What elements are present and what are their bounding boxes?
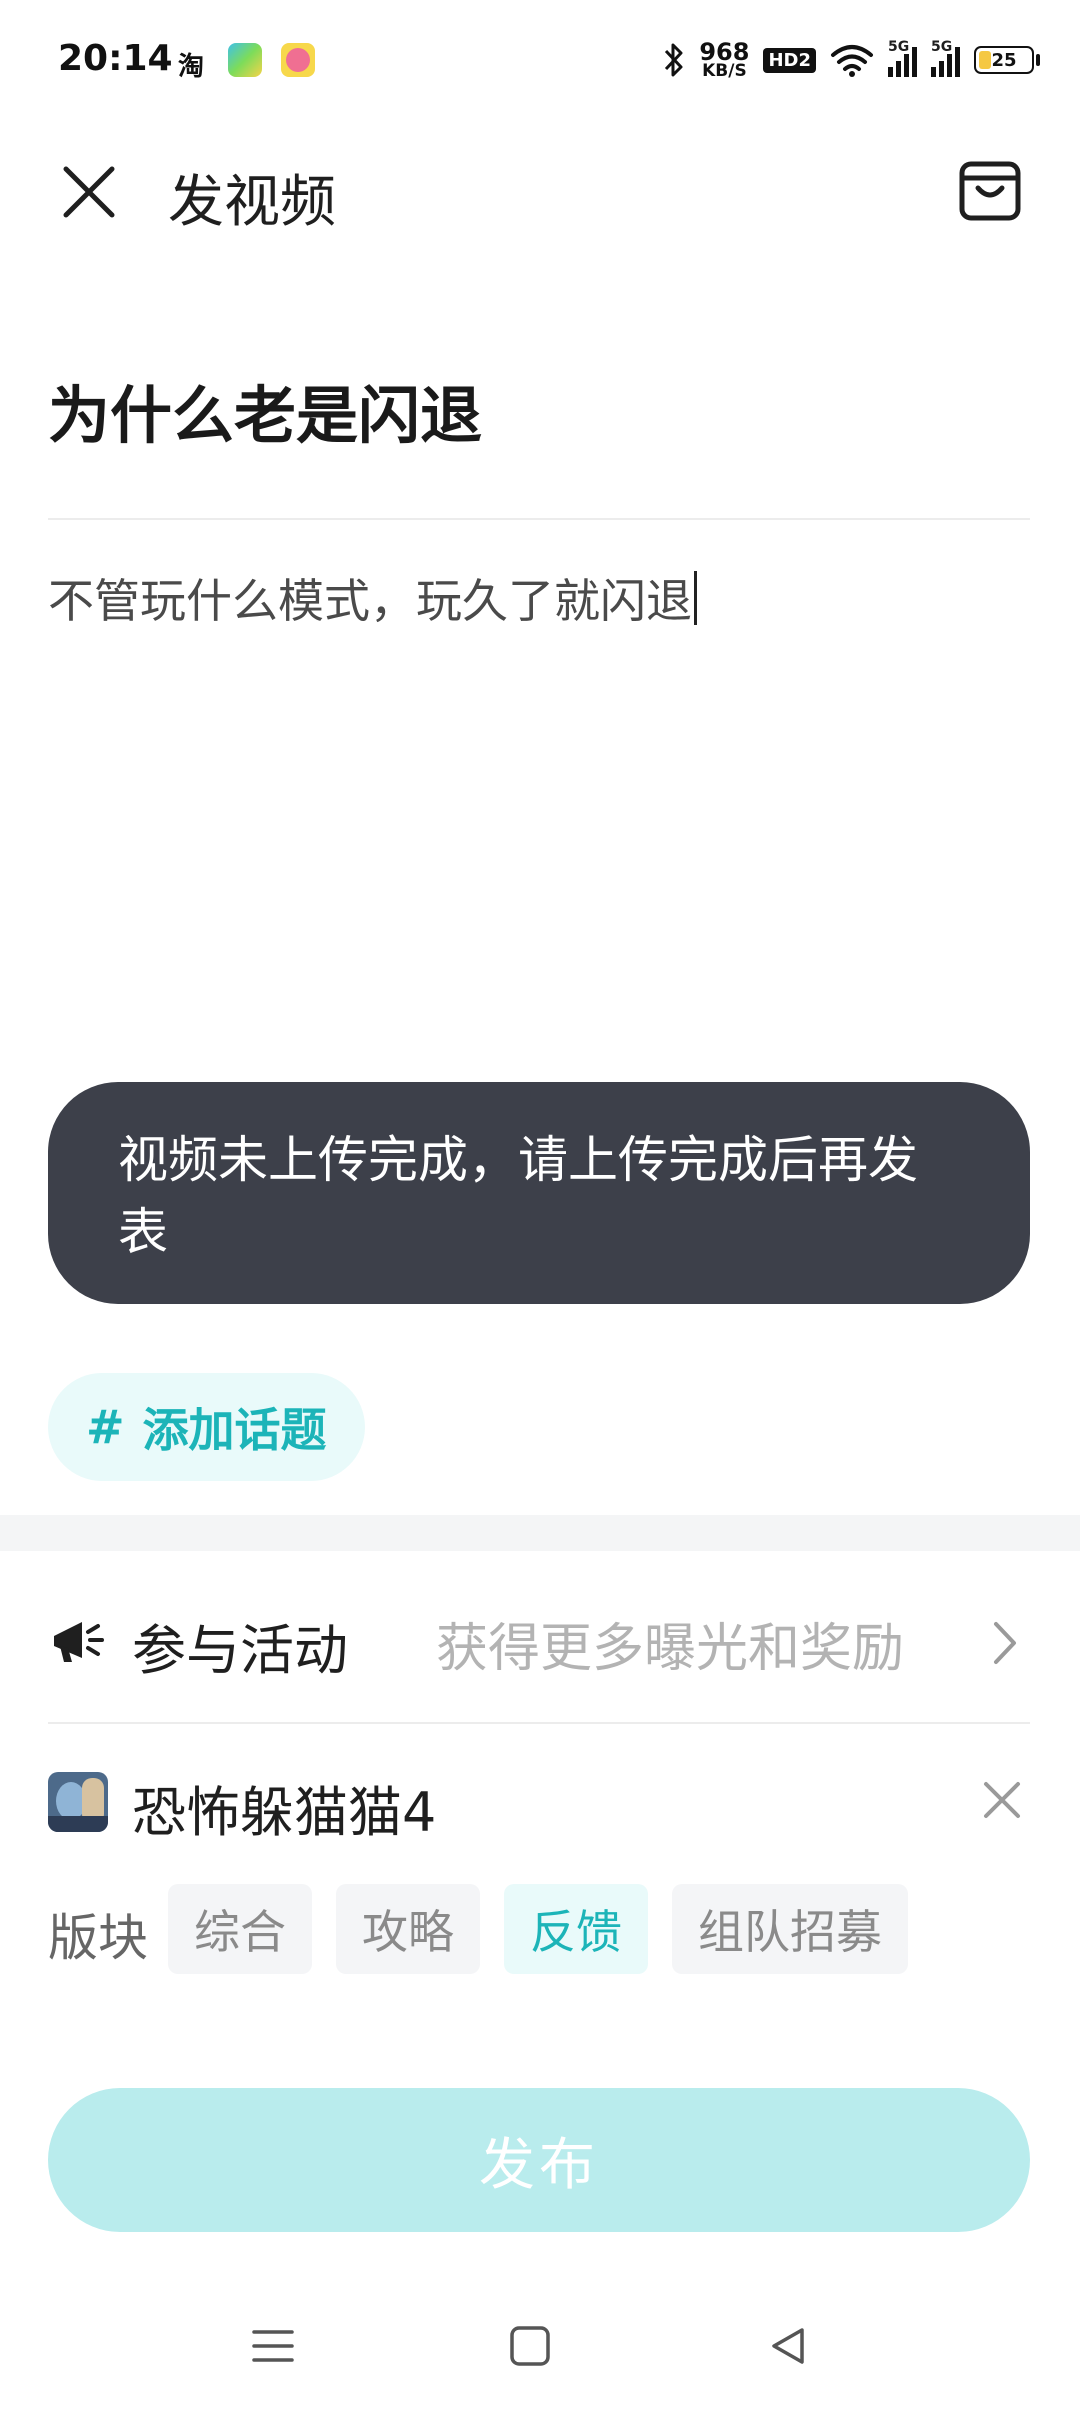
- home-nav-icon[interactable]: [508, 2324, 552, 2368]
- activity-hint: 获得更多曝光和奖励: [436, 1619, 905, 1679]
- add-topic-button[interactable]: # 添加话题: [48, 1373, 365, 1481]
- publish-button[interactable]: 发布: [48, 2088, 1030, 2232]
- app-icon-pink: [281, 43, 315, 77]
- text-caret: [694, 571, 697, 625]
- section-tag-general[interactable]: 综合: [168, 1884, 312, 1974]
- wifi-icon: [831, 45, 873, 77]
- status-time: 20:14: [58, 38, 173, 79]
- section-tag-team-recruit[interactable]: 组队招募: [672, 1884, 908, 1974]
- activity-divider: [48, 1722, 1030, 1724]
- remove-game-icon[interactable]: [982, 1780, 1022, 1820]
- taobao-icon: 淘: [178, 52, 205, 82]
- page-title: 发视频: [168, 170, 336, 235]
- upload-warning-toast: 视频未上传完成，请上传完成后再发表: [48, 1082, 1030, 1304]
- bluetooth-icon: [665, 43, 683, 77]
- menu-nav-icon[interactable]: [250, 2326, 296, 2366]
- status-right-group: 968 KB/S HD2 5G 5G 25: [663, 36, 1040, 84]
- megaphone-icon: [54, 1622, 104, 1662]
- section-label: 版块: [48, 1909, 148, 1967]
- title-divider: [48, 518, 1030, 520]
- net-speed: 968 KB/S: [699, 37, 750, 81]
- close-icon[interactable]: [62, 165, 116, 219]
- post-title-input[interactable]: 为什么老是闪退: [48, 365, 482, 455]
- drafts-box-icon[interactable]: [958, 158, 1022, 222]
- battery-level: 25: [991, 49, 1017, 71]
- post-body-text: 不管玩什么模式，玩久了就闪退: [48, 574, 692, 628]
- section-separator: [0, 1515, 1080, 1551]
- add-topic-label: 添加话题: [142, 1403, 327, 1457]
- hd-badge: HD2: [763, 47, 816, 73]
- chevron-right-icon: [994, 1622, 1016, 1664]
- section-tag-guide[interactable]: 攻略: [336, 1884, 480, 1974]
- signal-2: 5G: [931, 39, 960, 77]
- signal-1: 5G: [888, 39, 917, 77]
- app-icon-green: [228, 43, 262, 77]
- activity-label: 参与活动: [132, 1619, 348, 1682]
- game-name: 恐怖躲猫猫4: [132, 1781, 437, 1844]
- back-nav-icon[interactable]: [766, 2324, 810, 2368]
- section-tag-feedback[interactable]: 反馈: [504, 1884, 648, 1974]
- battery-indicator: 25: [974, 46, 1034, 74]
- hashtag-icon: #: [86, 1400, 125, 1454]
- battery-tip: [1036, 54, 1040, 66]
- post-body-input[interactable]: 不管玩什么模式，玩久了就闪退: [48, 565, 697, 631]
- game-thumbnail: [48, 1772, 108, 1832]
- join-activity-row[interactable]: 参与活动 获得更多曝光和奖励: [0, 1560, 1080, 1720]
